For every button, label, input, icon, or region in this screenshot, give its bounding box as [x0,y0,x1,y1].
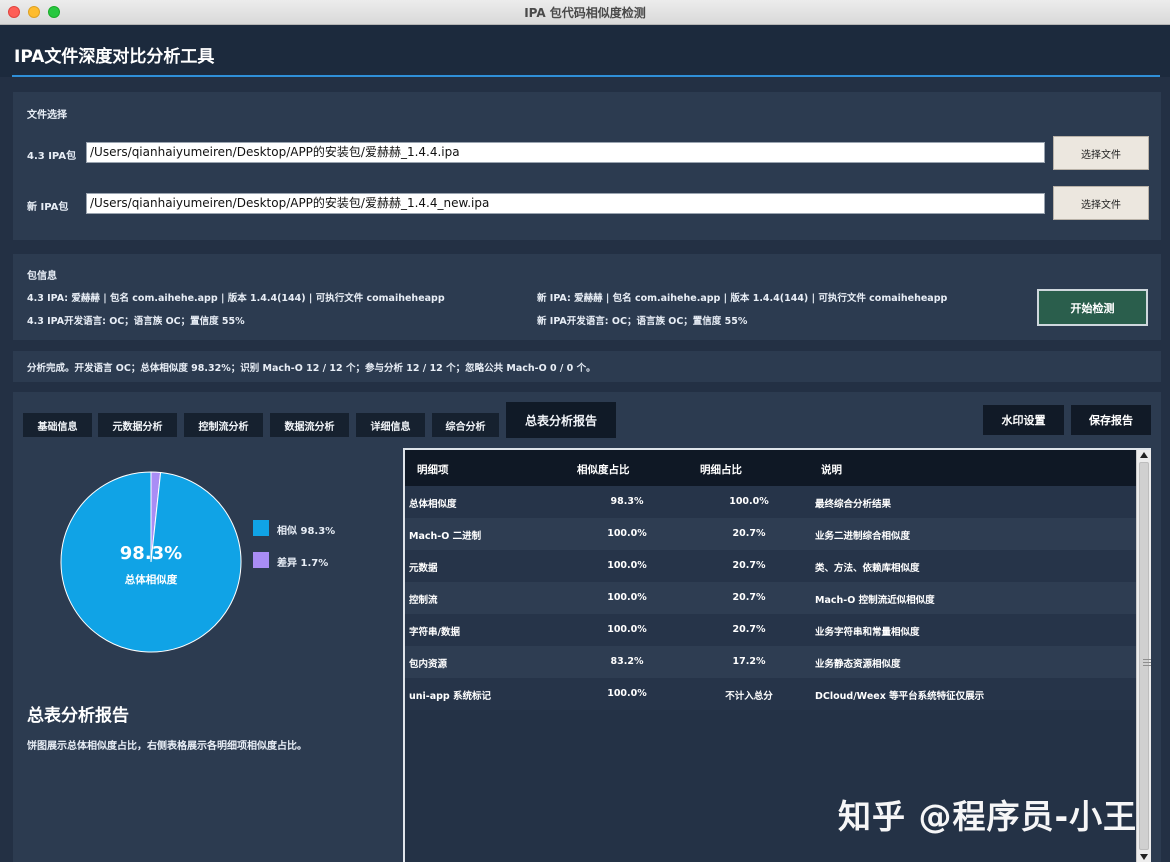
cell-similarity: 100.0% [607,688,647,699]
grip-line-icon [1143,659,1151,660]
table-row[interactable]: 包内资源 83.2% 17.2% 业务静态资源相似度 [405,646,1136,678]
tab-detail-info[interactable]: 详细信息 [356,413,425,437]
header-weight[interactable]: 明细占比 [700,462,742,477]
pie-center-label: 总体相似度 [125,573,178,586]
table-scrollbar[interactable] [1136,450,1151,862]
window-title: IPA 包代码相似度检测 [524,6,646,20]
legend-label-similar: 相似 98.3% [277,526,336,537]
cell-weight: 不计入总分 [725,691,773,702]
report-description: 饼图展示总体相似度占比，右侧表格展示各明细项相似度占比。 [27,741,307,752]
start-detection-button[interactable]: 开始检测 [1037,289,1148,326]
cell-description: DCloud/Weex 等平台系统特征仅展示 [815,691,985,702]
tab-control-flow-analysis[interactable]: 控制流分析 [184,413,263,437]
table-row[interactable]: 控制流 100.0% 20.7% Mach-O 控制流近似相似度 [405,582,1136,614]
new-ipa-path-input[interactable]: /Users/qianhaiyumeiren/Desktop/APP的安装包/爱… [86,193,1045,214]
header-similarity[interactable]: 相似度占比 [577,462,630,477]
old-ipa-info: 4.3 IPA: 爱赫赫 | 包名 com.aihehe.app | 版本 1.… [27,293,445,304]
tab-basic-info[interactable]: 基础信息 [23,413,92,437]
old-ipa-path-input[interactable]: /Users/qianhaiyumeiren/Desktop/APP的安装包/爱… [86,142,1045,163]
new-ipa-label: 新 IPA包 [27,202,69,213]
table-header: 明细项 相似度占比 明细占比 说明 [405,450,1136,486]
cell-item: 元数据 [409,563,438,574]
cell-weight: 20.7% [732,592,766,603]
old-ipa-label: 4.3 IPA包 [27,151,77,162]
cell-similarity: 100.0% [607,592,647,603]
scroll-down-arrow-icon[interactable] [1140,854,1148,860]
scroll-thumb[interactable] [1139,462,1151,850]
old-ipa-choose-file-button[interactable]: 选择文件 [1053,136,1149,170]
app-title: IPA文件深度对比分析工具 [14,47,215,67]
table-row[interactable]: 字符串/数据 100.0% 20.7% 业务字符串和常量相似度 [405,614,1136,646]
tab-data-flow-analysis[interactable]: 数据流分析 [270,413,349,437]
status-message: 分析完成。开发语言 OC；总体相似度 98.32%；识别 Mach-O 12 /… [27,363,596,374]
tab-metadata-analysis[interactable]: 元数据分析 [98,413,177,437]
header-divider [12,75,1160,77]
cell-similarity: 100.0% [607,624,647,635]
pie-center-value: 98.3% [120,543,182,564]
tab-comprehensive-analysis[interactable]: 综合分析 [432,413,499,437]
cell-description: 类、方法、依赖库相似度 [815,563,920,574]
table-row[interactable]: Mach-O 二进制 100.0% 20.7% 业务二进制综合相似度 [405,518,1136,550]
file-select-panel [13,92,1161,240]
cell-description: 业务静态资源相似度 [815,659,901,670]
new-ipa-language: 新 IPA开发语言: OC；语言族 OC；置信度 55% [537,316,748,327]
cell-weight: 100.0% [729,496,769,507]
cell-weight: 20.7% [732,528,766,539]
table-row[interactable]: uni-app 系统标记 100.0% 不计入总分 DCloud/Weex 等平… [405,678,1136,710]
cell-similarity: 100.0% [607,560,647,571]
cell-item: 包内资源 [409,659,448,670]
legend-label-diff: 差异 1.7% [277,558,329,569]
cell-item: 总体相似度 [409,499,457,510]
cell-similarity: 98.3% [610,496,644,507]
package-info-label: 包信息 [27,271,57,282]
app-header: IPA文件深度对比分析工具 [0,25,1170,77]
window-titlebar: IPA 包代码相似度检测 [0,0,1170,25]
cell-weight: 17.2% [732,656,766,667]
zhihu-watermark: 知乎 @程序员-小王 [838,797,1138,836]
header-item[interactable]: 明细项 [417,462,449,477]
old-ipa-language: 4.3 IPA开发语言: OC；语言族 OC；置信度 55% [27,316,245,327]
header-description[interactable]: 说明 [821,462,842,477]
cell-description: 业务二进制综合相似度 [815,531,911,542]
grip-line-icon [1143,662,1151,663]
cell-item: 字符串/数据 [409,627,460,638]
cell-description: 最终综合分析结果 [815,499,892,510]
scroll-up-arrow-icon[interactable] [1140,452,1148,458]
grip-line-icon [1143,665,1151,666]
cell-weight: 20.7% [732,624,766,635]
cell-item: 控制流 [409,595,438,606]
tab-summary-report[interactable]: 总表分析报告 [506,402,616,438]
report-title: 总表分析报告 [27,706,129,726]
cell-description: Mach-O 控制流近似相似度 [815,595,935,606]
cell-item: Mach-O 二进制 [409,531,482,542]
new-ipa-choose-file-button[interactable]: 选择文件 [1053,186,1149,220]
cell-similarity: 83.2% [610,656,644,667]
table-row[interactable]: 总体相似度 98.3% 100.0% 最终综合分析结果 [405,486,1136,518]
cell-weight: 20.7% [732,560,766,571]
cell-description: 业务字符串和常量相似度 [815,627,920,638]
file-select-label: 文件选择 [27,110,67,121]
legend-swatch-diff [253,552,269,568]
save-report-button[interactable]: 保存报告 [1071,405,1151,435]
new-ipa-info: 新 IPA: 爱赫赫 | 包名 com.aihehe.app | 版本 1.4.… [537,293,948,304]
similarity-pie-chart: 98.3% 总体相似度 [60,471,242,653]
watermark-settings-button[interactable]: 水印设置 [983,405,1064,435]
legend-swatch-similar [253,520,269,536]
cell-item: uni-app 系统标记 [409,691,492,702]
cell-similarity: 100.0% [607,528,647,539]
table-row[interactable]: 元数据 100.0% 20.7% 类、方法、依赖库相似度 [405,550,1136,582]
